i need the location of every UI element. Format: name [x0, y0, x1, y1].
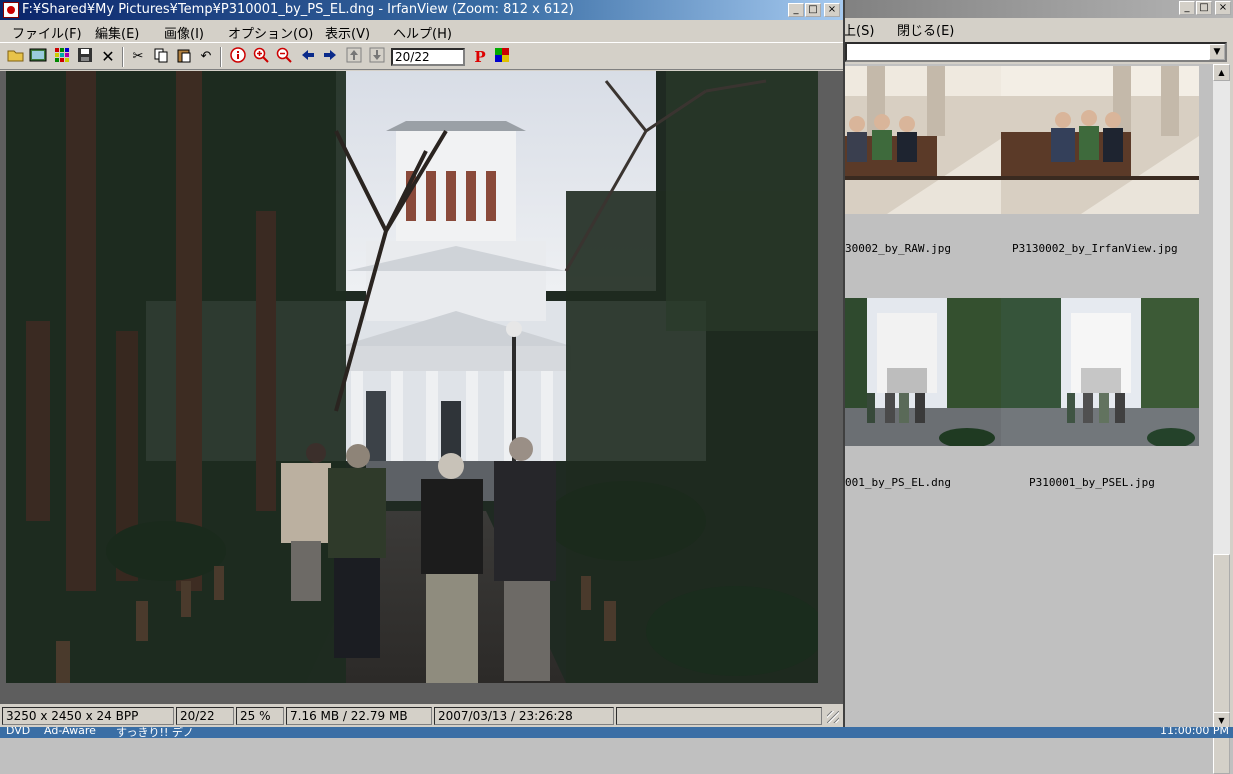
slideshow-icon[interactable]	[52, 47, 72, 67]
thumbnail-list: 30002_by_RAW.jpg P3130002_by_IrfanView.j…	[807, 64, 1213, 730]
copy-icon[interactable]	[151, 47, 171, 67]
status-empty	[616, 707, 822, 725]
taskbar-clock: 11:00:00 PM	[1160, 727, 1230, 737]
thumbnail-menubar: 上(S) 閉じる(E)	[837, 18, 1233, 39]
taskbar: DVD Ad-Aware すっきり!! デノ 11:00:00 PM	[0, 727, 1233, 738]
paste-icon[interactable]	[174, 47, 194, 67]
thumbnail-label[interactable]: P310001_by_PSEL.jpg	[1029, 476, 1155, 489]
chevron-down-icon[interactable]: ▼	[1209, 44, 1225, 60]
zoom-out-icon[interactable]	[274, 47, 294, 67]
thumbnail-label[interactable]: 30002_by_RAW.jpg	[845, 242, 951, 255]
irfanview-window: F:¥Shared¥My Pictures¥Temp¥P310001_by_PS…	[0, 0, 845, 738]
taskbar-item[interactable]: すっきり!! デノ	[116, 727, 194, 738]
cut-icon[interactable]: ✂	[128, 47, 148, 67]
status-zoom: 25 %	[236, 707, 284, 725]
main-image[interactable]	[6, 71, 818, 683]
taskbar-item[interactable]: DVD	[6, 727, 30, 737]
resize-grip-icon[interactable]	[827, 711, 839, 723]
close-button[interactable]: ×	[824, 3, 840, 17]
status-index: 20/22	[176, 707, 234, 725]
thumbnail-image[interactable]	[1001, 66, 1199, 214]
menu-view[interactable]: 表示(V)	[325, 23, 370, 42]
menu-image[interactable]: 画像(I)	[164, 23, 204, 42]
save-icon[interactable]	[75, 47, 95, 67]
image-viewport[interactable]	[0, 71, 843, 704]
scrollbar-thumb[interactable]	[1213, 554, 1230, 774]
menu-edit[interactable]: 編集(E)	[95, 23, 139, 42]
menu-item-close[interactable]: 閉じる(E)	[897, 20, 954, 39]
maximize-button[interactable]: □	[1196, 1, 1212, 15]
thumbnail-window-titlebar: _ □ ×	[837, 0, 1233, 18]
window-title: F:¥Shared¥My Pictures¥Temp¥P310001_by_PS…	[22, 2, 574, 17]
undo-icon[interactable]: ↶	[196, 47, 216, 67]
last-file-icon[interactable]	[367, 47, 387, 67]
menu-help[interactable]: ヘルプ(H)	[393, 23, 452, 42]
menu-options[interactable]: オプション(O)	[228, 23, 313, 42]
thumbnail-window: _ □ × 上(S) 閉じる(E) ▼ 30002_by_RAW.jpg P31…	[807, 0, 1233, 774]
first-file-icon[interactable]	[344, 47, 364, 67]
delete-icon[interactable]: ✕	[98, 47, 118, 67]
maximize-button[interactable]: □	[805, 3, 821, 17]
thumbnails-icon[interactable]	[28, 47, 48, 67]
taskbar-item[interactable]: Ad-Aware	[44, 727, 96, 737]
menubar: ファイル(F) 編集(E) 画像(I) オプション(O) 表示(V) ヘルプ(H…	[0, 21, 843, 42]
menu-file[interactable]: ファイル(F)	[12, 23, 82, 42]
info-icon[interactable]	[228, 47, 248, 67]
paint-icon[interactable]: P	[470, 47, 490, 67]
minimize-button[interactable]: _	[1179, 1, 1195, 15]
status-dimensions: 3250 x 2450 x 24 BPP	[2, 707, 174, 725]
toolbar: ✕ ✂ ↶ 20/22 P	[0, 42, 843, 70]
path-combobox[interactable]: ▼	[845, 42, 1227, 62]
next-arrow-icon[interactable]	[320, 47, 340, 67]
page-number-field[interactable]: 20/22	[391, 48, 465, 66]
toolbar-separator	[122, 47, 124, 67]
vertical-scrollbar[interactable]: ▲ ▼	[1213, 64, 1230, 774]
irfanview-app-icon[interactable]	[3, 2, 19, 18]
scroll-up-icon[interactable]: ▲	[1213, 64, 1230, 81]
thumbnail-label[interactable]: P3130002_by_IrfanView.jpg	[1012, 242, 1178, 255]
minimize-button[interactable]: _	[788, 3, 804, 17]
status-datetime: 2007/03/13 / 23:26:28	[434, 707, 614, 725]
statusbar: 3250 x 2450 x 24 BPP 20/22 25 % 7.16 MB …	[0, 705, 843, 727]
prev-arrow-icon[interactable]	[298, 47, 318, 67]
color-icon[interactable]	[492, 47, 512, 67]
open-folder-icon[interactable]	[6, 47, 26, 67]
thumbnail-label[interactable]: 001_by_PS_EL.dng	[845, 476, 951, 489]
titlebar: F:¥Shared¥My Pictures¥Temp¥P310001_by_PS…	[0, 0, 843, 20]
toolbar-separator	[220, 47, 222, 67]
menu-item-up[interactable]: 上(S)	[843, 20, 874, 39]
status-filesize: 7.16 MB / 22.79 MB	[286, 707, 432, 725]
zoom-in-icon[interactable]	[251, 47, 271, 67]
thumbnail-image[interactable]	[1001, 298, 1199, 446]
close-button[interactable]: ×	[1215, 1, 1231, 15]
